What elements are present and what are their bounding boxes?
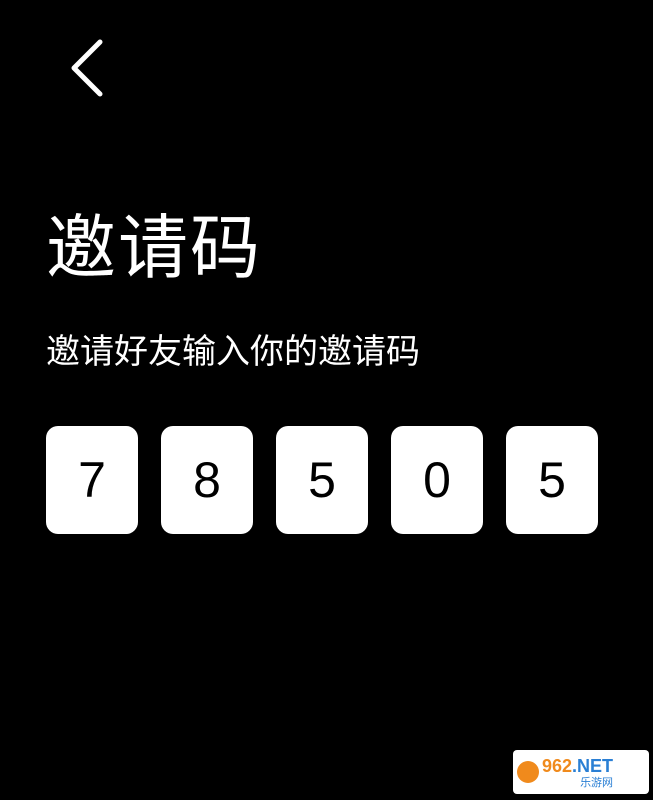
page-title: 邀请码 [46,207,262,289]
watermark-subtitle: 乐游网 [580,775,614,789]
code-digit-2: 8 [161,426,253,534]
code-digit-4: 0 [391,426,483,534]
watermark-logo-icon [517,761,539,783]
chevron-left-icon [71,39,103,97]
code-digit-3: 5 [276,426,368,534]
code-digit-5: 5 [506,426,598,534]
back-button[interactable] [62,36,114,100]
site-watermark: 962.NET 乐游网 [513,750,649,794]
code-digit-1: 7 [46,426,138,534]
watermark-suffix: .NET [572,755,614,776]
page-subtitle: 邀请好友输入你的邀请码 [46,332,420,372]
invite-code-row: 7 8 5 0 5 [46,426,598,534]
watermark-number: 962 [542,755,573,776]
